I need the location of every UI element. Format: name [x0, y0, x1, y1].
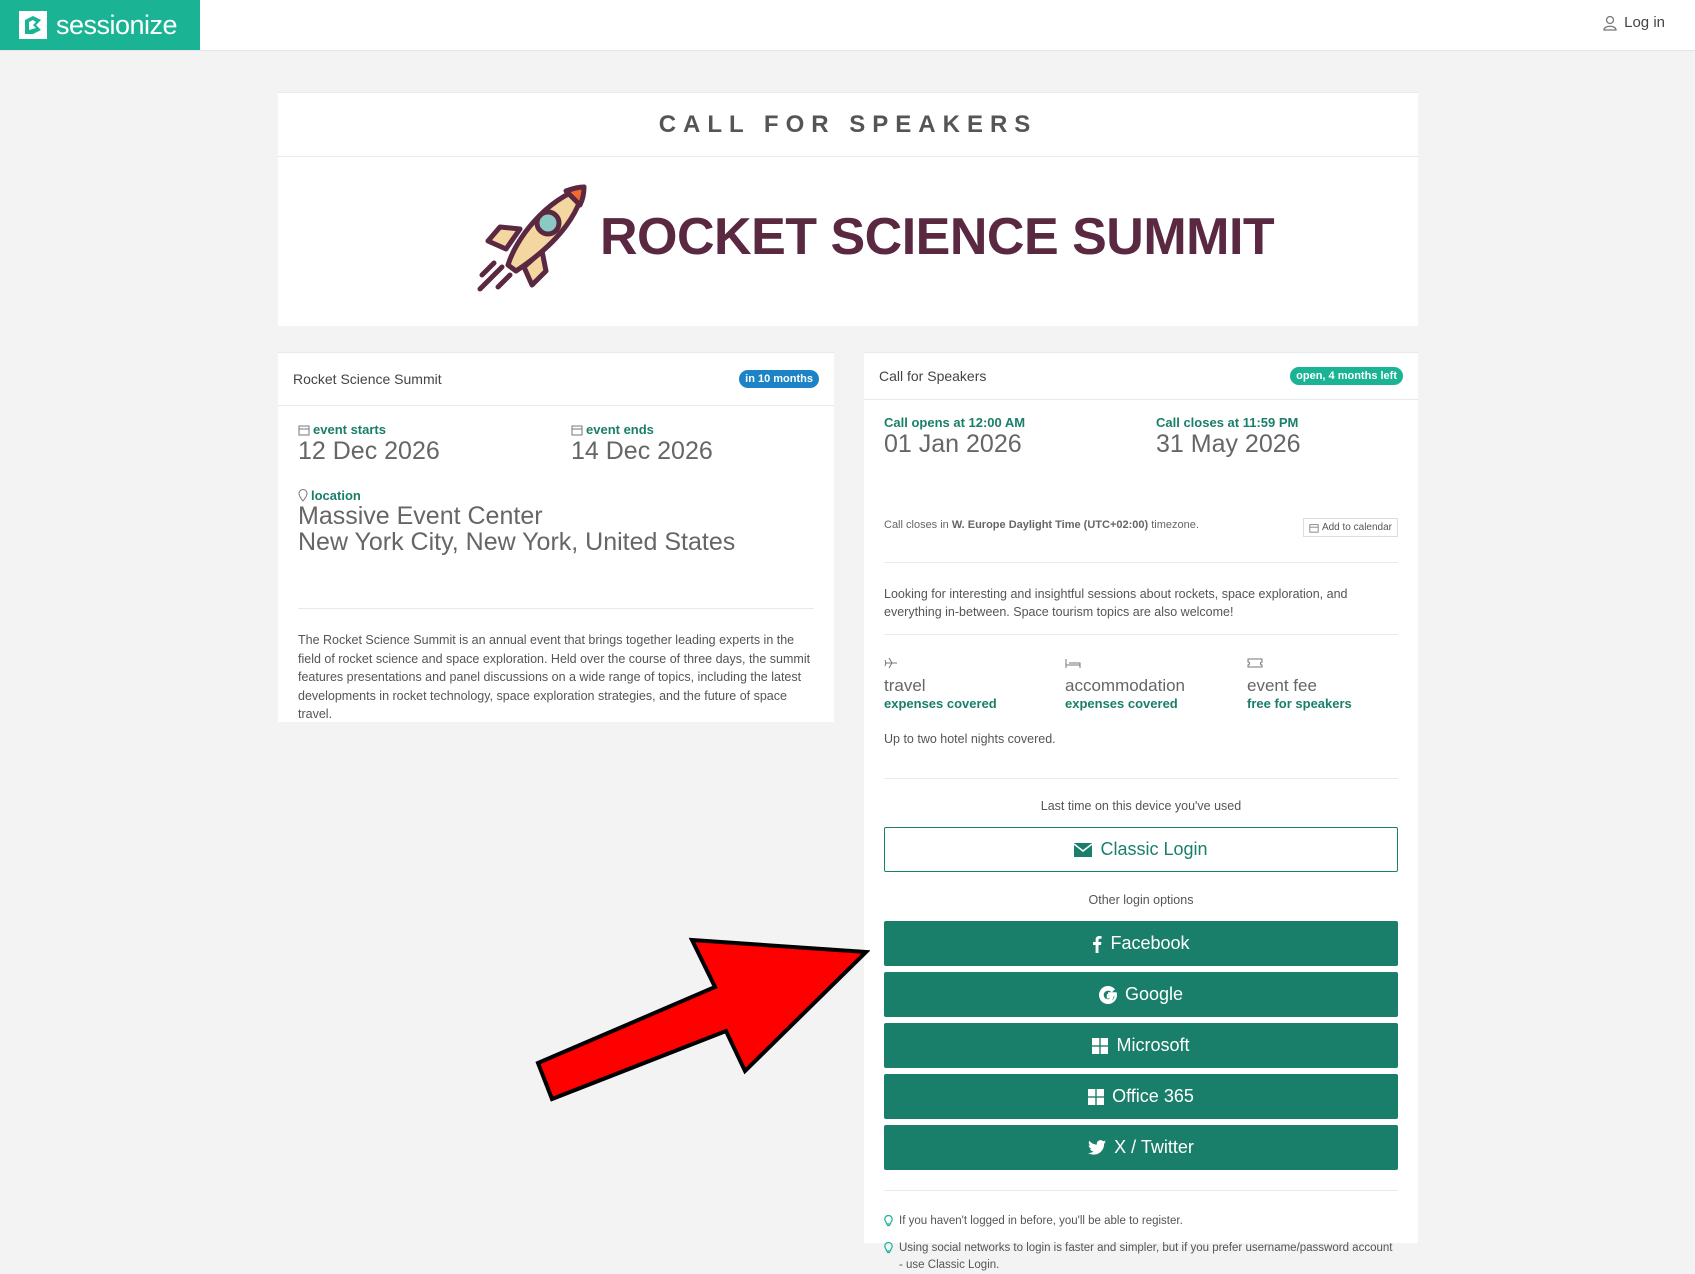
event-description: The Rocket Science Summit is an annual e…: [298, 633, 811, 721]
event-ends-label: event ends: [586, 422, 654, 437]
microsoft-label: Microsoft: [1116, 1035, 1190, 1055]
event-banner-title: ROCKET SCIENCE SUMMIT: [600, 208, 1275, 266]
call-closes-label: Call closes at 11:59 PM: [1156, 415, 1299, 430]
benefit-title: accommodation: [1065, 676, 1186, 695]
top-bar: sessionize Log in: [0, 0, 1695, 51]
rocket-icon: [477, 184, 587, 292]
office365-login-button[interactable]: Office 365: [884, 1074, 1398, 1119]
location-pin-icon: [298, 489, 308, 502]
social-login-tip: Using social networks to login is faster…: [884, 1240, 1398, 1274]
twitter-bird-icon: [1088, 1140, 1107, 1155]
event-ends-date: 14 Dec 2026: [571, 437, 713, 465]
benefit-accommodation: accommodation expenses covered: [1065, 656, 1185, 711]
classic-login-label: Classic Login: [1100, 839, 1208, 859]
event-timing-badge: in 10 months: [739, 370, 819, 388]
windows-icon: [1088, 1088, 1105, 1105]
event-info-card: Rocket Science Summit in 10 months event…: [278, 352, 834, 722]
add-to-calendar-label: Add to calendar: [1321, 522, 1392, 533]
register-tip-text: If you haven't logged in before, you'll …: [899, 1215, 1183, 1227]
user-icon: [1603, 15, 1617, 31]
classic-login-button[interactable]: Classic Login: [884, 827, 1398, 872]
benefit-travel: travel expenses covered: [884, 656, 997, 711]
other-options-label: Other login options: [1088, 893, 1194, 907]
benefit-title: travel: [884, 676, 926, 695]
add-to-calendar-button[interactable]: Add to calendar: [1302, 518, 1398, 537]
office365-label: Office 365: [1112, 1086, 1194, 1106]
google-icon: [1098, 985, 1117, 1004]
divider: [884, 634, 1398, 635]
benefit-subtitle: free for speakers: [1247, 696, 1352, 711]
last-used-label: Last time on this device you've used: [1040, 799, 1242, 813]
location-label: location: [311, 488, 361, 503]
cfs-card-title: Call for Speakers: [879, 368, 987, 384]
divider: [884, 1190, 1398, 1191]
event-starts-block: event starts 12 Dec 2026: [298, 422, 440, 466]
google-label: Google: [1124, 984, 1184, 1004]
cfs-status-badge: open, 4 months left: [1290, 367, 1403, 385]
call-opens-date: 01 Jan 2026: [884, 430, 1022, 458]
calendar-icon: [571, 425, 583, 435]
event-card-header: Rocket Science Summit in 10 months: [278, 353, 834, 406]
lightbulb-icon: [884, 1242, 893, 1254]
plane-icon: [884, 657, 897, 669]
benefit-event-fee: event fee free for speakers: [1247, 656, 1352, 711]
cfs-description: Looking for interesting and insightful s…: [884, 587, 1348, 619]
sessionize-logo-icon: [19, 11, 47, 39]
microsoft-login-button[interactable]: Microsoft: [884, 1023, 1398, 1068]
ticket-icon: [1247, 658, 1263, 668]
brand-logo[interactable]: sessionize: [0, 0, 200, 50]
divider: [884, 778, 1398, 779]
social-login-tip-text: Using social networks to login is faster…: [899, 1242, 1393, 1271]
facebook-icon: [1093, 935, 1102, 953]
benefit-title: event fee: [1247, 676, 1317, 695]
location-venue: Massive Event Center: [298, 502, 543, 530]
facebook-label: Facebook: [1110, 933, 1190, 953]
register-tip: If you haven't logged in before, you'll …: [884, 1213, 1398, 1230]
page-title: CALL FOR SPEAKERS: [278, 93, 1418, 157]
red-arrow-annotation: [535, 937, 870, 1102]
benefit-subtitle: expenses covered: [1065, 696, 1178, 711]
cfs-card-header: Call for Speakers open, 4 months left: [864, 353, 1418, 400]
location-block: location Massive Event Center New York C…: [298, 488, 735, 555]
call-opens-block: Call opens at 12:00 AM 01 Jan 2026: [884, 415, 1025, 459]
location-city: New York City, New York, United States: [298, 528, 736, 556]
timezone-suffix: timezone.: [1148, 519, 1199, 531]
login-link[interactable]: Log in: [1603, 14, 1665, 31]
timezone-prefix: Call closes in: [884, 519, 952, 531]
event-card-title: Rocket Science Summit: [293, 371, 442, 387]
brand-name: sessionize: [56, 9, 178, 40]
event-header-card: CALL FOR SPEAKERS ROCKET SCIENCE SUMMIT: [278, 92, 1418, 326]
event-ends-block: event ends 14 Dec 2026: [571, 422, 713, 466]
timezone-note: Call closes in W. Europe Daylight Time (…: [884, 519, 1199, 531]
timezone-name: W. Europe Daylight Time (UTC+02:00): [951, 519, 1149, 531]
call-closes-block: Call closes at 11:59 PM 31 May 2026: [1156, 415, 1301, 459]
benefit-subtitle: expenses covered: [884, 696, 997, 711]
event-starts-label: event starts: [313, 422, 386, 437]
calendar-icon: [1309, 523, 1319, 533]
event-banner: ROCKET SCIENCE SUMMIT: [278, 157, 1418, 325]
facebook-login-button[interactable]: Facebook: [884, 921, 1398, 966]
divider: [884, 562, 1398, 563]
divider: [298, 608, 814, 609]
twitter-login-button[interactable]: X / Twitter: [884, 1125, 1398, 1170]
twitter-label: X / Twitter: [1114, 1137, 1194, 1157]
lightbulb-icon: [884, 1215, 893, 1227]
accommodation-note: Up to two hotel nights covered.: [884, 732, 1056, 746]
call-closes-date: 31 May 2026: [1156, 430, 1301, 458]
call-opens-label: Call opens at 12:00 AM: [884, 415, 1026, 430]
login-label: Log in: [1624, 14, 1665, 31]
google-login-button[interactable]: Google: [884, 972, 1398, 1017]
event-starts-date: 12 Dec 2026: [298, 437, 440, 465]
windows-icon: [1092, 1037, 1109, 1054]
call-for-speakers-card: Call for Speakers open, 4 months left Ca…: [864, 352, 1418, 1271]
envelope-icon: [1074, 842, 1093, 857]
bed-icon: [1065, 659, 1081, 668]
calendar-icon: [298, 425, 310, 435]
